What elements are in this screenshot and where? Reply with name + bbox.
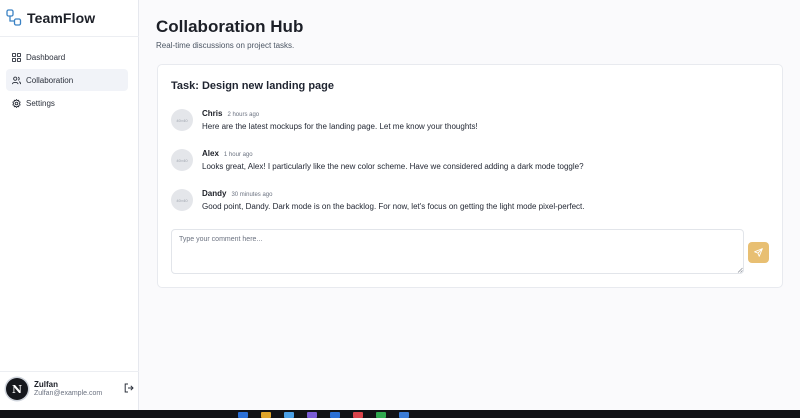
divider	[0, 36, 139, 37]
comment-time: 1 hour ago	[223, 152, 253, 158]
taskbar-app-icon[interactable]	[284, 412, 294, 418]
comment-header: Alex 1 hour ago	[202, 149, 253, 158]
sidebar-item-collaboration[interactable]: Collaboration	[6, 69, 128, 91]
brand-name: TeamFlow	[27, 10, 96, 26]
sidebar-nav: Dashboard Collaboration Settings	[6, 46, 128, 115]
taskbar-app-icon[interactable]	[307, 412, 317, 418]
resize-handle-icon[interactable]	[737, 267, 743, 273]
comment-input[interactable]	[171, 229, 744, 274]
page-subtitle: Real-time discussions on project tasks.	[156, 41, 295, 50]
comment-header: Dandy 30 minutes ago	[202, 189, 272, 198]
taskbar-app-icon[interactable]	[238, 412, 248, 418]
gear-icon	[12, 98, 21, 108]
task-card: Task: Design new landing page 40×40 Chri…	[157, 64, 783, 288]
user-profile[interactable]: N Zulfan Zulfan@example.com	[4, 376, 134, 402]
comment-item: 40×40 Dandy 30 minutes ago Good point, D…	[171, 189, 771, 215]
sidebar-item-dashboard[interactable]: Dashboard	[6, 46, 128, 68]
user-email: Zulfan@example.com	[34, 389, 103, 397]
comment-text: Here are the latest mockups for the land…	[202, 122, 478, 131]
comment-item: 40×40 Alex 1 hour ago Looks great, Alex!…	[171, 149, 771, 175]
sidebar: TeamFlow Dashboard Collaboration Setting…	[0, 0, 139, 410]
sidebar-item-label: Dashboard	[26, 52, 66, 62]
taskbar-app-icon[interactable]	[353, 412, 363, 418]
page-title: Collaboration Hub	[156, 17, 304, 36]
comment-author: Alex	[202, 149, 219, 158]
user-name: Zulfan	[34, 380, 58, 389]
send-comment-button[interactable]	[748, 242, 769, 263]
comment-text: Good point, Dandy. Dark mode is on the b…	[202, 202, 585, 211]
comment-author: Chris	[202, 109, 223, 118]
sidebar-item-settings[interactable]: Settings	[6, 92, 128, 114]
comment-avatar: 40×40	[171, 109, 193, 131]
comment-time: 30 minutes ago	[231, 192, 273, 198]
teamflow-logo-icon	[6, 9, 22, 26]
comment-item: 40×40 Chris 2 hours ago Here are the lat…	[171, 109, 771, 135]
logout-icon[interactable]	[124, 383, 134, 393]
task-title: Task: Design new landing page	[171, 80, 334, 92]
send-icon	[754, 248, 763, 257]
os-taskbar	[0, 410, 800, 418]
comment-time: 2 hours ago	[227, 112, 260, 118]
users-icon	[12, 76, 21, 84]
comment-text: Looks great, Alex! I particularly like t…	[202, 162, 584, 171]
avatar: N	[6, 378, 28, 400]
taskbar-app-icon[interactable]	[376, 412, 386, 418]
taskbar-app-icon[interactable]	[261, 412, 271, 418]
user-info: Zulfan Zulfan@example.com	[34, 380, 102, 398]
brand[interactable]: TeamFlow	[6, 8, 95, 28]
comment-header: Chris 2 hours ago	[202, 109, 259, 118]
sidebar-item-label: Collaboration	[26, 75, 74, 85]
taskbar-app-icon[interactable]	[330, 412, 340, 418]
sidebar-item-label: Settings	[26, 98, 55, 108]
taskbar-apps	[238, 412, 422, 418]
taskbar-app-icon[interactable]	[399, 412, 409, 418]
comment-author: Dandy	[202, 189, 227, 198]
comment-avatar: 40×40	[171, 149, 193, 171]
divider	[0, 371, 139, 372]
comment-avatar: 40×40	[171, 189, 193, 211]
dashboard-grid-icon	[12, 52, 21, 62]
